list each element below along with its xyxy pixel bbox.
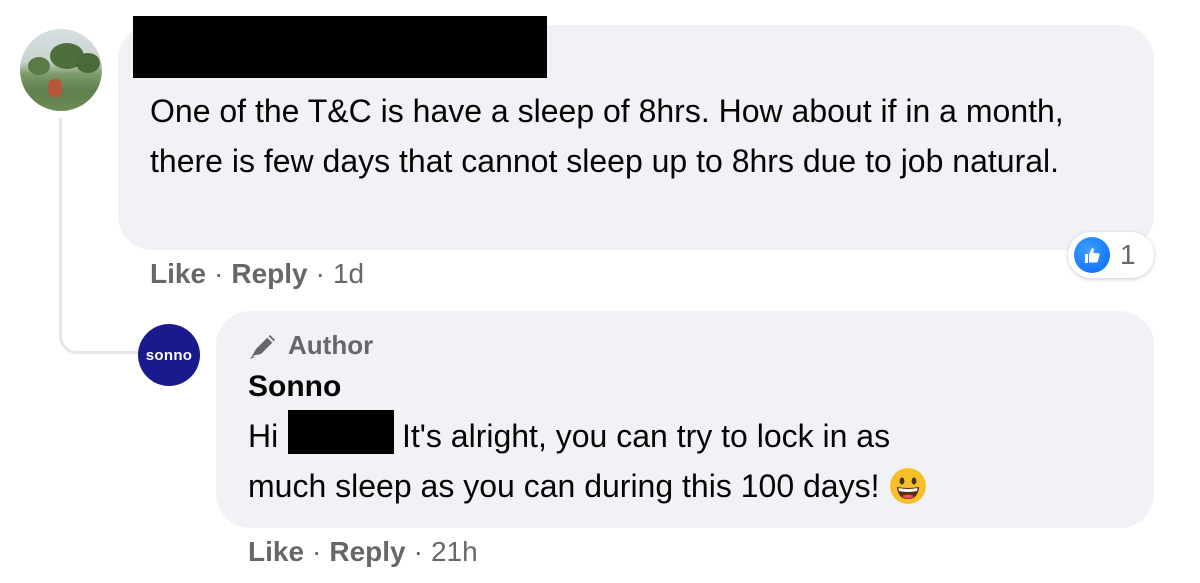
comment-actions: Like · Reply · 1d [150,258,365,289]
commenter-avatar[interactable] [20,29,102,111]
thumbs-up-icon [1074,237,1110,273]
reply-author-name[interactable]: Sonno [248,370,341,404]
grinning-face-emoji [890,468,927,504]
reply-text-1: ! It's alright, you can try to lock in a… [384,418,891,454]
reply-button[interactable]: Reply [231,258,307,289]
comment-text: One of the T&C is have a sleep of 8hrs. … [150,93,1064,179]
reply-timestamp[interactable]: 21h [431,536,478,567]
reply-like-button[interactable]: Like [248,536,304,567]
redacted-mention [288,410,394,454]
pen-icon [250,334,275,359]
reply-line-2: much sleep as you can during this 100 da… [248,461,927,511]
redacted-commenter-name [133,16,547,78]
reaction-count: 1 [1120,239,1136,270]
reply-text-2: much sleep as you can during this 100 da… [248,468,880,504]
comment-timestamp[interactable]: 1d [333,258,364,289]
author-badge: Author [248,330,373,361]
reaction-summary[interactable]: 1 [1068,232,1154,278]
reply-actions: Like · Reply · 21h [248,536,478,567]
author-badge-label: Author [288,330,374,360]
sonno-avatar[interactable]: sonno [138,324,200,386]
like-button[interactable]: Like [150,258,206,289]
sonno-logo-text: sonno [145,346,193,364]
reply-greeting: Hi [248,418,279,454]
reply-reply-button[interactable]: Reply [329,536,405,567]
